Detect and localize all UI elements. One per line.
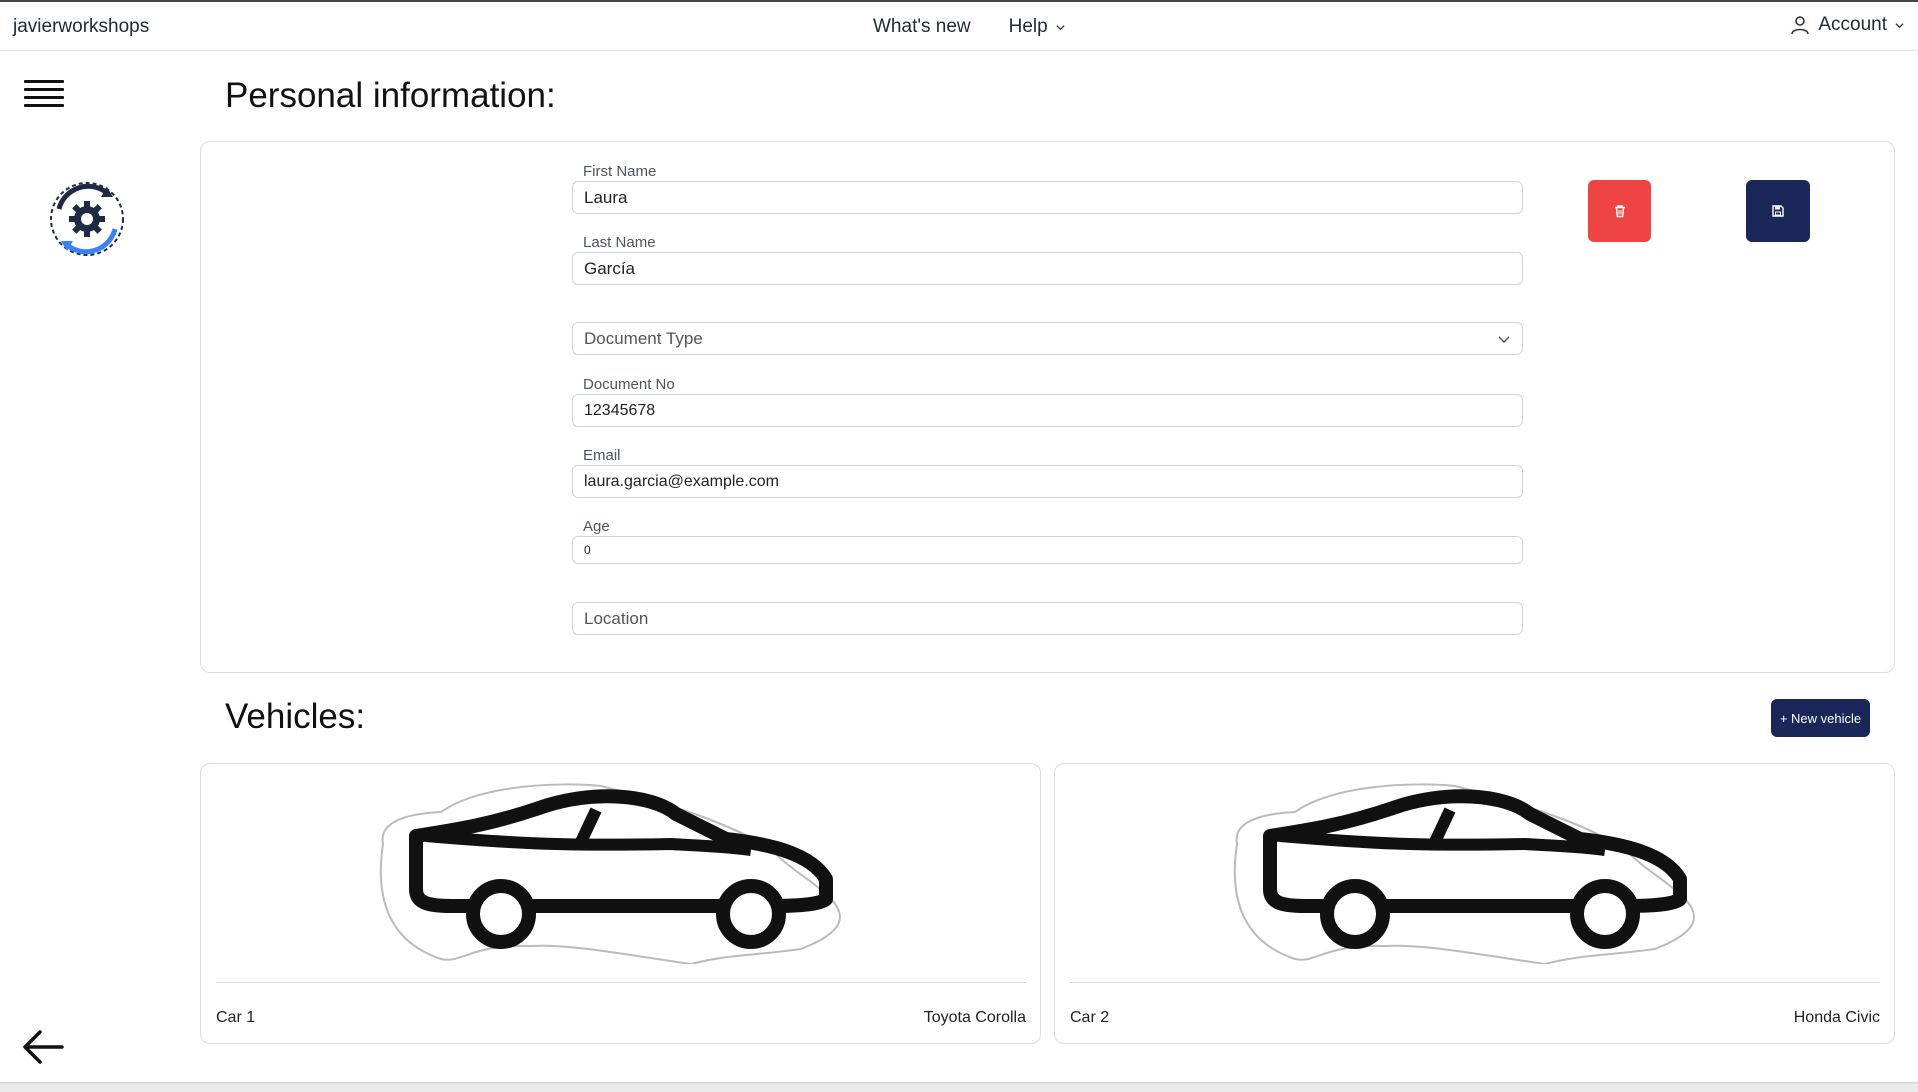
page-title: Personal information: <box>225 76 556 115</box>
first-name-input[interactable]: Laura <box>572 181 1523 214</box>
card-divider <box>1070 982 1880 983</box>
delete-button[interactable] <box>1588 180 1651 242</box>
last-name-label: Last Name <box>583 234 656 251</box>
document-no-field: Document No 12345678 <box>572 376 1523 427</box>
car-icon <box>1233 783 1695 964</box>
nav-item-whats-new[interactable]: What's new <box>873 16 971 38</box>
save-button[interactable] <box>1746 180 1810 242</box>
nav-item-label: What's new <box>873 16 971 37</box>
nav-item-help[interactable]: Help <box>1009 16 1065 38</box>
chevron-down-icon <box>1895 22 1904 28</box>
last-name-input[interactable]: García <box>572 252 1523 285</box>
nav-menu: What's new Help <box>873 16 1065 38</box>
document-no-value: 12345678 <box>584 401 656 419</box>
document-type-placeholder: Document Type <box>584 328 703 348</box>
account-label: Account <box>1818 14 1887 35</box>
vehicles-title: Vehicles: <box>225 697 366 736</box>
chevron-down-icon <box>1498 335 1510 343</box>
gear-refresh-logo <box>50 182 124 256</box>
nav-item-label: Help <box>1008 16 1048 37</box>
first-name-label: First Name <box>583 163 657 180</box>
new-vehicle-button[interactable]: + New vehicle <box>1771 699 1870 737</box>
first-name-field: First Name Laura <box>572 163 1523 214</box>
email-label: Email <box>583 447 621 464</box>
first-name-value: Laura <box>584 187 628 207</box>
age-input[interactable]: 0 <box>572 536 1523 564</box>
vehicle-model: Honda Civic <box>1793 1009 1880 1026</box>
hamburger-icon[interactable] <box>24 80 64 110</box>
car-icon <box>379 783 841 964</box>
card-divider <box>216 982 1026 983</box>
vehicle-card[interactable]: Car 1 Toyota Corolla <box>200 763 1041 1044</box>
document-type-select[interactable]: Document Type <box>572 322 1523 355</box>
user-icon <box>1791 16 1810 35</box>
vehicle-model: Toyota Corolla <box>923 1009 1026 1026</box>
chevron-down-icon <box>1056 24 1065 30</box>
document-no-input[interactable]: 12345678 <box>572 394 1523 427</box>
vehicle-name: Car 1 <box>216 1009 256 1026</box>
vehicle-card[interactable]: Car 2 Honda Civic <box>1054 763 1895 1044</box>
top-navbar: javierworkshops What's new Help Account <box>0 0 1918 51</box>
age-field: Age 0 <box>572 518 1523 564</box>
document-no-label: Document No <box>583 376 675 393</box>
email-value: laura.garcia@example.com <box>584 472 779 490</box>
arrow-left-icon[interactable] <box>22 1027 64 1067</box>
last-name-field: Last Name García <box>572 234 1523 285</box>
last-name-value: García <box>584 258 636 278</box>
brand-name[interactable]: javierworkshops <box>13 16 149 38</box>
email-input[interactable]: laura.garcia@example.com <box>572 465 1523 498</box>
account-menu[interactable]: Account <box>1790 14 1904 36</box>
document-type-field: Document Type <box>572 322 1523 355</box>
location-input[interactable]: Location <box>572 602 1523 635</box>
bottom-bar <box>0 1082 1918 1092</box>
age-label: Age <box>583 518 610 535</box>
trash-icon <box>1614 205 1625 218</box>
email-field: Email laura.garcia@example.com <box>572 447 1523 498</box>
age-value: 0 <box>584 543 591 557</box>
vehicle-name: Car 2 <box>1070 1009 1110 1026</box>
location-placeholder: Location <box>584 608 649 628</box>
floppy-disk-icon <box>1772 205 1784 217</box>
location-field: Location <box>572 602 1523 635</box>
